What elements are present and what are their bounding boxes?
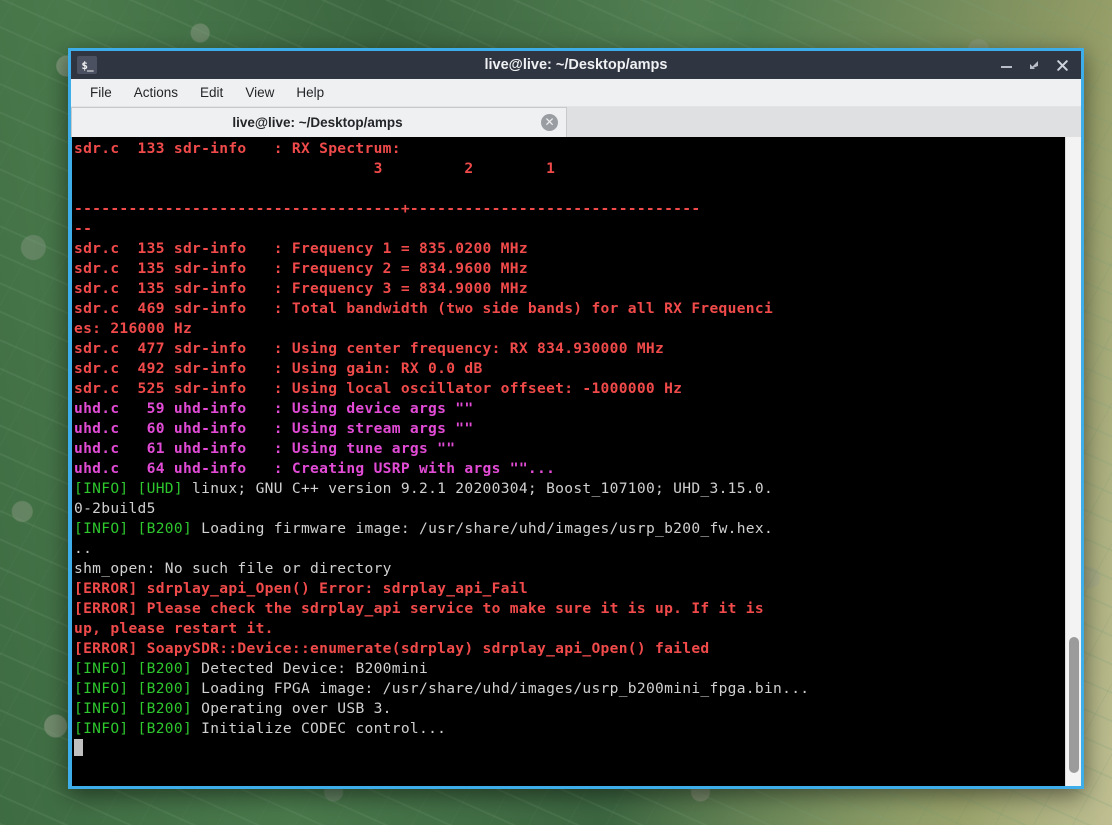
terminal-text: [ERROR] Please check the sdrplay_api ser… — [74, 600, 764, 617]
terminal-line: [INFO] [B200] Detected Device: B200mini — [74, 659, 1065, 679]
terminal-text: Loading firmware image: /usr/share/uhd/i… — [192, 520, 774, 537]
terminal-text: linux; GNU C++ version 9.2.1 20200304; B… — [182, 480, 774, 497]
terminal-line: shm_open: No such file or directory — [74, 559, 1065, 579]
tabbar: live@live: ~/Desktop/amps ✕ — [71, 107, 1081, 137]
terminal-line: [ERROR] sdrplay_api_Open() Error: sdrpla… — [74, 579, 1065, 599]
terminal-text: Detected Device: B200mini — [192, 660, 429, 677]
minimize-icon[interactable] — [999, 58, 1014, 73]
terminal-line: uhd.c 60 uhd-info : Using stream args "" — [74, 419, 1065, 439]
terminal-line: sdr.c 469 sdr-info : Total bandwidth (tw… — [74, 299, 1065, 319]
terminal-text: sdr.c 135 sdr-info : Frequency 2 = 834.9… — [74, 260, 528, 277]
terminal-text: es: 216000 Hz — [74, 320, 193, 337]
terminal-window: $_ live@live: ~/Desktop/amps File Action… — [68, 48, 1084, 789]
window-titlebar[interactable]: $_ live@live: ~/Desktop/amps — [71, 48, 1081, 79]
terminal-text: uhd.c 59 uhd-info : Using device args "" — [74, 400, 474, 417]
terminal-line: [INFO] [B200] Initialize CODEC control..… — [74, 719, 1065, 739]
terminal-line: 3 2 1 — [74, 159, 1065, 179]
terminal-text: uhd.c 60 uhd-info : Using stream args "" — [74, 420, 474, 437]
terminal-line: .. — [74, 539, 1065, 559]
terminal-text: up, please restart it. — [74, 620, 274, 637]
terminal-line: [INFO] [B200] Operating over USB 3. — [74, 699, 1065, 719]
maximize-icon[interactable] — [1027, 58, 1042, 73]
terminal-line: sdr.c 135 sdr-info : Frequency 3 = 834.9… — [74, 279, 1065, 299]
terminal-text: shm_open: No such file or directory — [74, 560, 392, 577]
terminal-text: sdr.c 135 sdr-info : Frequency 1 = 835.0… — [74, 240, 528, 257]
terminal-line: -- — [74, 219, 1065, 239]
terminal-text: sdr.c 469 sdr-info : Total bandwidth (tw… — [74, 300, 774, 317]
menu-item-view[interactable]: View — [236, 81, 283, 104]
window-controls — [999, 58, 1075, 73]
terminal-text: sdr.c 133 sdr-info : RX Spectrum: — [74, 140, 401, 157]
terminal-line: sdr.c 135 sdr-info : Frequency 1 = 835.0… — [74, 239, 1065, 259]
terminal-line: [ERROR] SoapySDR::Device::enumerate(sdrp… — [74, 639, 1065, 659]
terminal-text: 0-2build5 — [74, 500, 156, 517]
terminal-line: sdr.c 525 sdr-info : Using local oscilla… — [74, 379, 1065, 399]
terminal-icon: $_ — [77, 56, 97, 74]
terminal-text: -- — [74, 220, 93, 237]
terminal-body: sdr.c 133 sdr-info : RX Spectrum: 3 2 1 -… — [71, 137, 1081, 786]
terminal-line: [INFO] [B200] Loading FPGA image: /usr/s… — [74, 679, 1065, 699]
terminal-line: [ERROR] Please check the sdrplay_api ser… — [74, 599, 1065, 619]
terminal-text: [INFO] [B200] — [74, 520, 193, 537]
terminal-line: sdr.c 133 sdr-info : RX Spectrum: — [74, 139, 1065, 159]
tab-close-icon[interactable]: ✕ — [541, 114, 558, 131]
terminal-line: es: 216000 Hz — [74, 319, 1065, 339]
terminal-text: [INFO] [B200] — [74, 680, 193, 697]
terminal-line: uhd.c 64 uhd-info : Creating USRP with a… — [74, 459, 1065, 479]
terminal-text: ------------------------------------+---… — [74, 200, 701, 217]
scrollbar-thumb[interactable] — [1069, 636, 1079, 773]
terminal-line: sdr.c 477 sdr-info : Using center freque… — [74, 339, 1065, 359]
terminal-text: sdr.c 525 sdr-info : Using local oscilla… — [74, 380, 683, 397]
terminal-line: sdr.c 492 sdr-info : Using gain: RX 0.0 … — [74, 359, 1065, 379]
terminal-text: [ERROR] sdrplay_api_Open() Error: sdrpla… — [74, 580, 528, 597]
terminal-text: sdr.c 477 sdr-info : Using center freque… — [74, 340, 665, 357]
menubar: File Actions Edit View Help — [71, 79, 1081, 107]
terminal-line — [74, 739, 1065, 759]
terminal-line: up, please restart it. — [74, 619, 1065, 639]
terminal-line: uhd.c 61 uhd-info : Using tune args "" — [74, 439, 1065, 459]
terminal-line: uhd.c 59 uhd-info : Using device args "" — [74, 399, 1065, 419]
menu-item-actions[interactable]: Actions — [125, 81, 187, 104]
terminal-text: Operating over USB 3. — [192, 700, 392, 717]
menu-item-edit[interactable]: Edit — [191, 81, 232, 104]
terminal-text: [ERROR] SoapySDR::Device::enumerate(sdrp… — [74, 640, 710, 657]
terminal-line: [INFO] [B200] Loading firmware image: /u… — [74, 519, 1065, 539]
terminal-line: ------------------------------------+---… — [74, 199, 1065, 219]
terminal-text: 3 2 1 — [74, 160, 556, 177]
terminal-cursor — [74, 739, 83, 756]
terminal-output[interactable]: sdr.c 133 sdr-info : RX Spectrum: 3 2 1 -… — [72, 137, 1065, 786]
menu-item-file[interactable]: File — [81, 81, 121, 104]
terminal-text: sdr.c 492 sdr-info : Using gain: RX 0.0 … — [74, 360, 483, 377]
tab-terminal-session[interactable]: live@live: ~/Desktop/amps ✕ — [71, 107, 567, 137]
window-title: live@live: ~/Desktop/amps — [484, 57, 668, 73]
terminal-text: Loading FPGA image: /usr/share/uhd/image… — [192, 680, 810, 697]
menu-item-help[interactable]: Help — [287, 81, 333, 104]
terminal-line: sdr.c 135 sdr-info : Frequency 2 = 834.9… — [74, 259, 1065, 279]
tab-label: live@live: ~/Desktop/amps — [232, 115, 403, 130]
terminal-text: [INFO] [B200] — [74, 720, 193, 737]
terminal-line: 0-2build5 — [74, 499, 1065, 519]
terminal-text: uhd.c 61 uhd-info : Using tune args "" — [74, 440, 456, 457]
terminal-text: sdr.c 135 sdr-info : Frequency 3 = 834.9… — [74, 280, 528, 297]
terminal-scrollbar[interactable] — [1065, 137, 1081, 786]
terminal-text: Initialize CODEC control... — [192, 720, 447, 737]
terminal-text: .. — [74, 540, 93, 557]
terminal-line: [INFO] [UHD] linux; GNU C++ version 9.2.… — [74, 479, 1065, 499]
terminal-text: [INFO] [B200] — [74, 660, 193, 677]
terminal-text: [INFO] [B200] — [74, 700, 193, 717]
close-icon[interactable] — [1055, 58, 1070, 73]
terminal-text: uhd.c 64 uhd-info : Creating USRP with a… — [74, 460, 556, 477]
terminal-text: [INFO] [UHD] — [74, 480, 183, 497]
